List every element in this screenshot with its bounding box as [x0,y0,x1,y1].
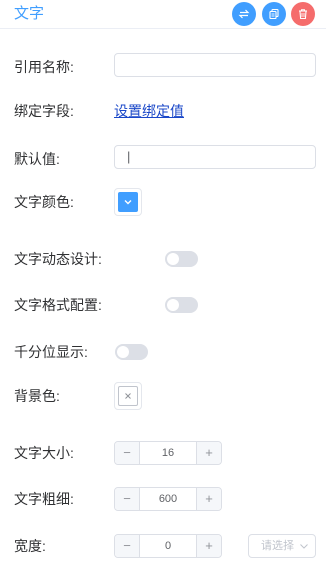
ref-name-label: 引用名称: [14,59,74,75]
background-color-row: 背景色: [0,382,326,410]
width-unit-select[interactable]: 请选择 [248,534,316,558]
ref-name-input[interactable] [114,53,316,77]
text-color-row: 文字颜色: [0,188,326,216]
font-weight-increase-button[interactable]: + [196,488,221,510]
panel-header: 文字 [0,0,326,29]
swap-arrows-icon [238,9,250,19]
font-size-increase-button[interactable]: + [196,442,221,464]
default-value-text: | [127,149,131,164]
font-size-value[interactable]: 16 [140,442,196,464]
chevron-down-icon [124,200,132,205]
width-decrease-button[interactable]: − [115,535,140,557]
font-size-label: 文字大小: [14,445,74,461]
switch-knob [117,346,129,358]
width-value[interactable]: 0 [140,535,196,557]
chevron-down-icon [300,544,308,549]
copy-button[interactable] [262,2,286,26]
format-config-switch[interactable] [165,297,198,313]
width-increase-button[interactable]: + [196,535,221,557]
dynamic-design-switch[interactable] [165,251,198,267]
thousands-label: 千分位显示: [14,344,88,360]
thousands-row: 千分位显示: [0,338,326,366]
panel-title: 文字 [14,5,45,22]
close-icon [125,393,131,399]
font-weight-row: 文字粗细: − 600 + [0,487,326,511]
text-color-label: 文字颜色: [14,194,74,210]
default-value-row: 默认值: | [0,145,326,173]
dynamic-design-label: 文字动态设计: [14,251,102,267]
thousands-switch[interactable] [115,344,148,360]
font-size-row: 文字大小: − 16 + [0,441,326,465]
background-color-label: 背景色: [14,388,60,404]
dynamic-design-row: 文字动态设计: [0,245,326,273]
bind-field-row: 绑定字段: 设置绑定值 [0,97,326,125]
default-value-input[interactable]: | [114,145,316,169]
switch-knob [167,299,179,311]
width-stepper[interactable]: − 0 + [114,534,222,558]
bind-field-label: 绑定字段: [14,103,74,119]
width-row: 宽度: − 0 + 请选择 [0,534,326,558]
background-color-swatch [118,386,138,406]
font-size-decrease-button[interactable]: − [115,442,140,464]
font-size-stepper[interactable]: − 16 + [114,441,222,465]
delete-button[interactable] [291,2,315,26]
background-color-picker[interactable] [114,382,142,410]
property-panel: 文字 引用名称: 绑定字段: 设置绑定值 默认值: | 文字颜色: 文字动态设计… [0,0,326,574]
width-unit-placeholder: 请选择 [261,540,294,552]
copy-icon [269,8,279,20]
trash-icon [299,9,307,20]
format-config-label: 文字格式配置: [14,297,102,313]
switch-knob [167,253,179,265]
format-config-row: 文字格式配置: [0,291,326,319]
text-color-picker[interactable] [114,188,142,216]
font-weight-stepper[interactable]: − 600 + [114,487,222,511]
font-weight-decrease-button[interactable]: − [115,488,140,510]
font-weight-value[interactable]: 600 [140,488,196,510]
default-value-label: 默认值: [14,151,60,167]
swap-button[interactable] [232,2,256,26]
width-label: 宽度: [14,538,46,554]
text-color-swatch [118,192,138,212]
set-binding-link[interactable]: 设置绑定值 [114,101,184,121]
ref-name-row: 引用名称: [0,53,326,81]
font-weight-label: 文字粗细: [14,491,74,507]
